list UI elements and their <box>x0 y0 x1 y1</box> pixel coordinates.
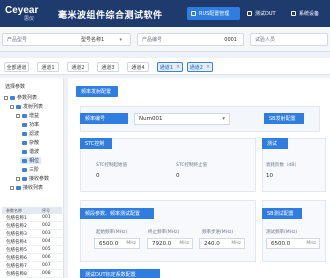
settings-icon <box>191 11 196 16</box>
rus-config-button[interactable]: RUS配置管理 <box>187 7 240 20</box>
system-device-button[interactable]: 系统设备 <box>287 7 327 20</box>
step-freq-label: 频率步进(MHz) <box>202 230 234 235</box>
start-freq-label: 起始频率(MHz) <box>96 230 128 235</box>
tree-root[interactable]: 参数列表 <box>4 94 37 101</box>
stop-freq-label: 终止频率(MHz) <box>148 230 180 235</box>
chevron-down-icon: ▾ <box>222 116 225 122</box>
attenuation-label: 衰耗阶数（dB） <box>266 163 299 168</box>
tree-third-order[interactable]: 三阶 <box>22 166 39 173</box>
table-row[interactable]: 包络名称7 007 <box>2 262 62 270</box>
product-no-field[interactable]: 产品编号 0001 <box>137 33 244 46</box>
tree-harmonic[interactable]: 谐波 <box>22 148 39 155</box>
start-freq-input[interactable]: 6500.0 MHz <box>94 238 140 249</box>
calibration-label: 测试DUT标定系数配置 <box>80 269 160 278</box>
stc-start-value[interactable]: 0 <box>96 173 100 179</box>
tree-emit-list[interactable]: 发射列表 <box>10 103 43 110</box>
tab-channel-3[interactable]: 通道3 <box>97 62 119 72</box>
channel-tabs: 全部通道 通道1 通道2 通道3 通道4 通道1 × 通道2 × <box>0 58 330 75</box>
logo: Ceyear <box>5 5 39 16</box>
logo-sub: 思仪 <box>24 16 35 22</box>
table-row[interactable]: 包络名称6 006 <box>2 254 62 262</box>
tree-gain[interactable]: 增益 <box>16 112 39 119</box>
freq-number-select[interactable]: Num001 ▾ <box>134 113 230 125</box>
tab-selected-channel-1[interactable]: 通道1 × <box>157 62 183 72</box>
test-freq-input[interactable]: 6500.0 MHz <box>266 238 320 249</box>
sb-emit-config-label: SB发射配置 <box>264 113 304 124</box>
attenuation-value[interactable]: 10 <box>266 173 273 179</box>
table-row[interactable]: 包络名称4 004 <box>2 238 62 246</box>
sb-test-label: SB测试配置 <box>262 208 302 219</box>
table-row[interactable]: 包络名称2 002 <box>2 222 62 230</box>
section-title: 频率发射配置 <box>76 86 118 97</box>
device-icon <box>291 11 296 16</box>
table-row[interactable]: 包络名称8 008 <box>2 270 62 278</box>
tab-all-channels[interactable]: 全部通道 <box>4 62 29 72</box>
stc-label: STC控制 <box>80 138 112 149</box>
table-header: 参数名称 序号 <box>2 207 62 214</box>
test-dut-button[interactable]: 测试DUT <box>243 7 283 20</box>
tab-channel-2[interactable]: 通道2 <box>67 62 89 72</box>
tree-rx-params[interactable]: 接收参数 <box>16 175 49 182</box>
left-panel-title: 选择参数 <box>5 84 26 90</box>
table-row[interactable]: 包络名称1 001 <box>2 214 62 222</box>
stc-start-label: STC控制起始值 <box>96 163 127 168</box>
product-model-select[interactable]: 产品型号 型号名称1 ▾ <box>2 33 131 46</box>
stc-end-value[interactable]: 0 <box>176 173 180 179</box>
info-row: 产品型号 型号名称1 ▾ 产品编号 0001 试验人员 <box>0 27 330 52</box>
close-icon: × <box>205 64 211 70</box>
tree-power[interactable]: 功率 <box>22 121 39 128</box>
left-panel: 选择参数 参数列表 发射列表 增益 功率 滤波 杂散 谐波 相位 三阶 接收参数… <box>0 78 64 278</box>
right-test-label: 测试 <box>262 138 288 149</box>
table-row[interactable]: 包络名称5 005 <box>2 246 62 254</box>
main-panel: 频率发射配置 频率编号 Num001 ▾ SB发射配置 STC控制 STC控制起… <box>68 78 330 278</box>
chip-icon <box>247 11 252 16</box>
freq-config-label: 频段参数、频率测试配置 <box>80 208 154 219</box>
param-table: 参数名称 序号 包络名称1 001 包络名称2 002 包络名称3 003 包络名称4… <box>2 207 62 278</box>
stc-end-label: STC控制终止值 <box>176 163 207 168</box>
tree-rx-list[interactable]: 接收列表 <box>10 184 43 191</box>
step-freq-input[interactable]: 240.0 MHz <box>199 238 245 249</box>
tree-spur[interactable]: 杂散 <box>22 139 39 146</box>
tab-channel-4[interactable]: 通道4 <box>127 62 149 72</box>
tester-field[interactable]: 试验人员 <box>250 33 328 46</box>
stop-freq-input[interactable]: 7920.0 MHz <box>147 238 193 249</box>
test-freq-label: 测试频率(MHz) <box>266 230 298 235</box>
freq-number-label: 频率编号 <box>80 113 128 124</box>
close-icon: × <box>175 64 181 70</box>
table-row[interactable]: 包络名称3 003 <box>2 230 62 238</box>
top-bar: Ceyear 思仪 毫米波组件综合测试软件 RUS配置管理 测试DUT 系统设备 <box>0 0 330 27</box>
tree-phase[interactable]: 相位 <box>20 157 42 164</box>
tree-filter[interactable]: 滤波 <box>22 130 39 137</box>
app-title: 毫米波组件综合测试软件 <box>58 11 163 21</box>
tab-selected-channel-2[interactable]: 通道2 × <box>187 62 213 72</box>
chevron-down-icon: ▾ <box>119 36 122 43</box>
tab-channel-1[interactable]: 通道1 <box>37 62 59 72</box>
